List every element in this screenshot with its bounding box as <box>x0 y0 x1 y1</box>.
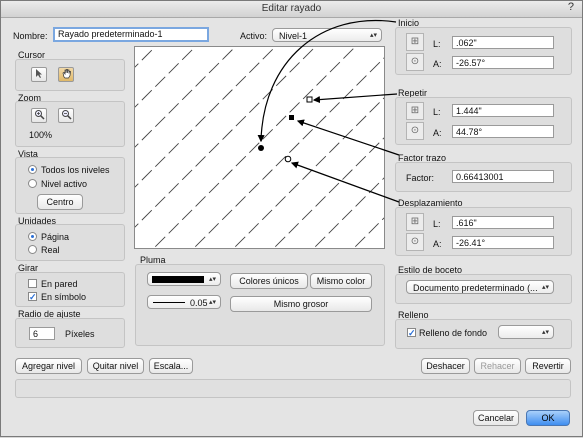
repeat-handle[interactable] <box>306 96 313 103</box>
background-fill-select[interactable]: ▴▾ <box>498 325 554 339</box>
start-handle[interactable] <box>258 145 264 151</box>
repetir-l-label: L: <box>433 107 441 117</box>
repetir-arrow <box>312 93 398 104</box>
sketch-style-value: Documento predeterminado (... <box>413 283 538 293</box>
unique-colors-button[interactable]: Colores únicos <box>230 273 308 289</box>
undo-button[interactable]: Deshacer <box>421 358 470 374</box>
updown-arrows-icon: ▴▾ <box>208 299 216 306</box>
desplaz-a-label: A: <box>433 239 442 249</box>
revert-button[interactable]: Revertir <box>525 358 571 374</box>
pen-color-swatch <box>152 276 204 283</box>
cancel-button[interactable]: Cancelar <box>473 410 519 426</box>
inicio-a-label: A: <box>433 59 442 69</box>
desplaz-l-label: L: <box>433 219 441 229</box>
dialog-window: Editar rayado ? Nombre: Rayado predeterm… <box>0 0 583 437</box>
inicio-arrow <box>257 20 397 143</box>
checkbox-background-fill[interactable]: ✓ <box>407 328 416 338</box>
pen-color-select[interactable]: ▴▾ <box>147 272 221 286</box>
add-level-button[interactable]: Agregar nivel <box>15 358 82 374</box>
pen-weight-line <box>153 302 185 303</box>
pen-weight-select[interactable]: 0.05 ▴▾ <box>147 295 221 309</box>
desplaz-arrow <box>290 161 400 203</box>
target-icon[interactable]: ⊙ <box>406 122 424 140</box>
factor-field[interactable]: 0.66413001 <box>452 170 554 183</box>
updown-arrows-icon: ▴▾ <box>541 284 549 291</box>
desplaz-a-field[interactable]: -26.41° <box>452 236 554 249</box>
level-list-strip[interactable] <box>15 379 571 398</box>
grid-icon[interactable]: ⊞ <box>406 33 424 51</box>
repetir-a-label: A: <box>433 128 442 138</box>
remove-level-button[interactable]: Quitar nivel <box>87 358 144 374</box>
target-icon[interactable]: ⊙ <box>406 233 424 251</box>
repetir-l-field[interactable]: 1.444" <box>452 104 554 117</box>
repetir-a-field[interactable]: 44.78° <box>452 125 554 138</box>
desplaz-l-field[interactable]: .616" <box>452 216 554 229</box>
grid-icon[interactable]: ⊞ <box>406 102 424 120</box>
updown-arrows-icon: ▴▾ <box>541 329 549 336</box>
grid-icon[interactable]: ⊞ <box>406 213 424 231</box>
checkbox-background-fill-label: Relleno de fondo <box>419 328 488 338</box>
offset-handle[interactable] <box>284 155 292 163</box>
target-icon[interactable]: ⊙ <box>406 53 424 71</box>
same-weight-button[interactable]: Mismo grosor <box>230 296 372 312</box>
factor-arrow <box>296 119 400 156</box>
factor-handle[interactable] <box>289 115 294 120</box>
ok-button[interactable]: OK <box>526 410 570 426</box>
updown-arrows-icon: ▴▾ <box>208 276 216 283</box>
pen-weight-value: 0.05 <box>190 298 208 308</box>
same-color-button[interactable]: Mismo color <box>310 273 372 289</box>
inicio-a-field[interactable]: -26.57° <box>452 56 554 69</box>
sketch-style-select[interactable]: Documento predeterminado (... ▴▾ <box>406 280 554 294</box>
redo-button[interactable]: Rehacer <box>474 358 521 374</box>
scale-button[interactable]: Escala... <box>149 358 193 374</box>
inicio-l-field[interactable]: .062" <box>452 36 554 49</box>
factor-label: Factor: <box>406 173 435 183</box>
inicio-l-label: L: <box>433 39 441 49</box>
